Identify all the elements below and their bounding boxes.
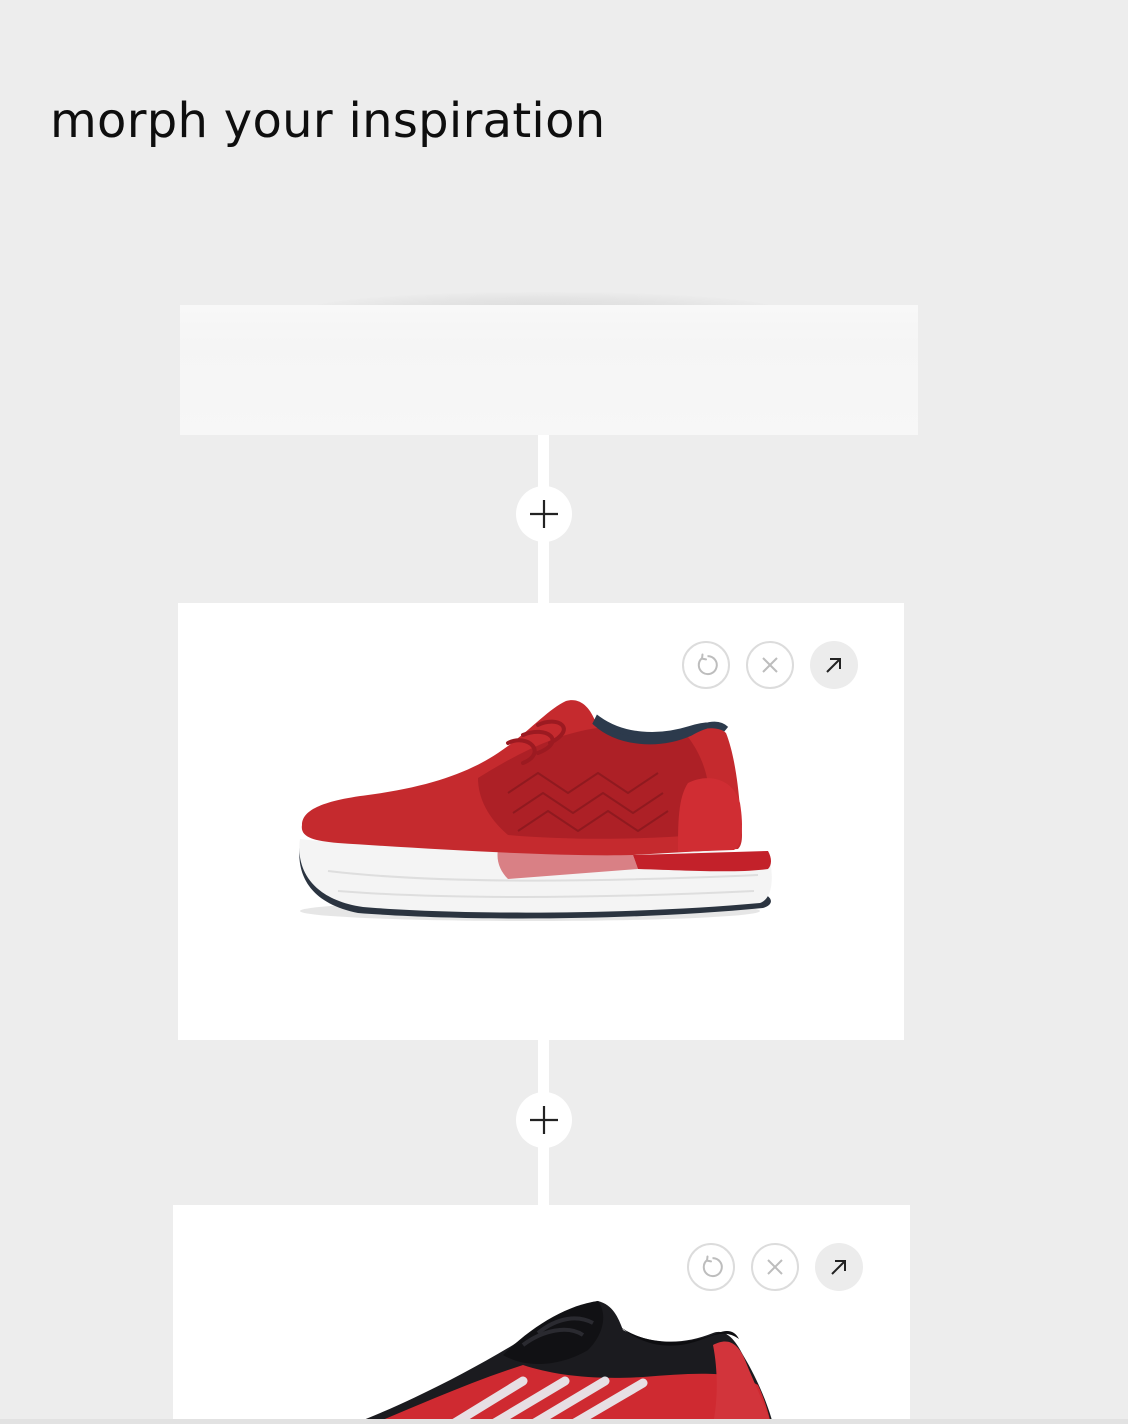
red-sneaker-image: [299, 700, 772, 921]
plus-icon: [530, 500, 558, 528]
result-card[interactable]: [178, 603, 904, 1040]
add-step-button[interactable]: [516, 486, 572, 542]
morph-page: morph your inspiration: [0, 0, 1128, 1424]
placeholder-card: [180, 305, 918, 435]
page-bottom-edge: [0, 1419, 1128, 1424]
striped-sneaker-image: [353, 1301, 773, 1424]
add-step-button[interactable]: [516, 1092, 572, 1148]
plus-icon: [530, 1106, 558, 1134]
page-title: morph your inspiration: [50, 93, 606, 149]
result-card[interactable]: [173, 1205, 910, 1424]
